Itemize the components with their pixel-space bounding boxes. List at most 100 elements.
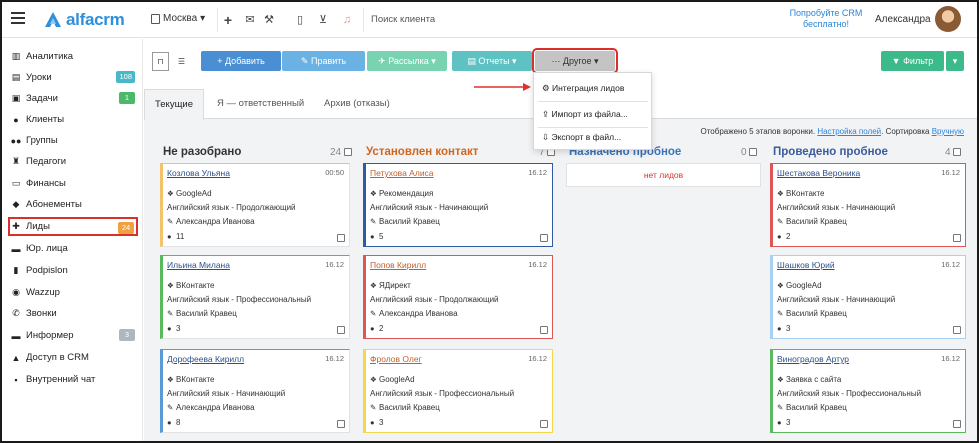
menu-item-lead-integration[interactable]: ⚙ Интеграция лидов [542, 83, 624, 94]
source-icon: ❖ [370, 375, 377, 384]
lead-checkbox[interactable] [540, 234, 548, 242]
sort-link[interactable]: Вручную [932, 127, 964, 136]
lead-name[interactable]: Петухова Алиса [370, 168, 434, 178]
lead-card[interactable]: Виноградов Артур 16.12 ❖ Заявка с сайта А… [770, 349, 966, 433]
app-window: alfacrm Москва ▾ + ✉ ⚒ ▯ ⊻ ♫ Поиск клиен… [0, 0, 979, 443]
reports-button[interactable]: ▤ Отчеты ▾ [452, 51, 532, 71]
kanban-view-icon[interactable]: ⊓ [152, 52, 169, 71]
groups-icon: ●● [10, 135, 22, 146]
pin-icon: ✎ [777, 403, 784, 412]
sidebar-item-analytics[interactable]: ▥ Аналитика [10, 47, 137, 66]
mailing-button[interactable]: ✈ Рассылка ▾ [367, 51, 447, 71]
separator [538, 127, 648, 128]
lead-source-value: GoogleAd [176, 189, 212, 198]
column-checkbox[interactable] [343, 148, 352, 157]
lead-name[interactable]: Дорофеева Кирилл [167, 354, 244, 364]
city-label: Москва [163, 13, 198, 24]
sidebar-item-clients[interactable]: ● Клиенты [10, 110, 137, 129]
pin-icon: ✎ [370, 309, 377, 318]
gears-icon: ⚙ [542, 83, 552, 93]
sidebar-item-groups[interactable]: ●● Группы [10, 131, 137, 150]
other-button[interactable]: ··· Другое ▾ [532, 48, 618, 74]
leads-icon: ✚ [12, 221, 20, 231]
lead-source: ❖ Заявка с сайта [777, 375, 841, 384]
lead-checkbox[interactable] [337, 234, 345, 242]
edit-button[interactable]: ✎ Править [282, 51, 365, 71]
sidebar-item-informer[interactable]: ▬ Информер 3 [10, 326, 137, 345]
add-icon[interactable]: + [221, 13, 235, 27]
user-name[interactable]: Александра [875, 14, 931, 25]
tab-current[interactable]: Текущие [144, 89, 204, 120]
lead-checkbox[interactable] [953, 420, 961, 428]
lead-checkbox[interactable] [953, 234, 961, 242]
separator [363, 8, 364, 32]
sidebar-item-teachers[interactable]: ♜ Педагоги [10, 152, 137, 171]
lead-checkbox[interactable] [540, 420, 548, 428]
sidebar-item-label: Wazzup [26, 287, 60, 298]
column-checkbox[interactable] [953, 148, 962, 157]
tools-icon[interactable]: ⚒ [257, 13, 281, 27]
mail-icon[interactable]: ✉ [243, 13, 257, 27]
filter-dropdown-button[interactable]: ▾ [946, 51, 964, 71]
source-icon: ❖ [167, 375, 174, 384]
lead-date: 16.12 [941, 354, 960, 363]
lead-name[interactable]: Козлова Ульяна [167, 168, 230, 178]
lead-name[interactable]: Виноградов Артур [777, 354, 849, 364]
filter-button[interactable]: ▼ Фильтр [881, 51, 944, 71]
column-title: Проведено пробное [773, 146, 888, 158]
list-view-icon[interactable]: ☰ [173, 52, 190, 71]
search-input[interactable]: Поиск клиента [371, 14, 435, 25]
lead-source-value: ВКонтакте [176, 375, 215, 384]
cart-icon[interactable]: ⊻ [316, 13, 330, 27]
lead-card[interactable]: Ильина Милана 16.12 ❖ ВКонтакте Английски… [160, 255, 350, 339]
lead-card[interactable]: Фролов Олег 16.12 ❖ GoogleAd Английский я… [363, 349, 553, 433]
lead-comments-count: 8 [176, 418, 181, 427]
lead-manager-value: Александра Иванова [176, 217, 255, 226]
sidebar-item-finance[interactable]: ▭ Финансы [10, 174, 137, 193]
city-selector[interactable]: Москва ▾ [151, 13, 205, 24]
lead-source-value: Заявка с сайта [786, 375, 842, 384]
logo[interactable]: alfacrm [44, 10, 125, 30]
lead-source-value: GoogleAd [786, 281, 822, 290]
lead-name[interactable]: Шашков Юрий [777, 260, 835, 270]
avatar[interactable] [935, 6, 961, 32]
lead-course: Английский язык - Начинающий [370, 203, 489, 212]
phone-icon[interactable]: ▯ [293, 13, 307, 27]
menu-item-export[interactable]: ⇩ Экспорт в файл... [542, 132, 621, 143]
bell-icon[interactable]: ♫ [340, 13, 354, 27]
sidebar-item-crm-access[interactable]: ▲ Доступ в CRM [10, 348, 137, 367]
tab-archive[interactable]: Архив (отказы) [314, 89, 400, 119]
sidebar-item-tasks[interactable]: ▣ Задачи 1 [10, 89, 137, 108]
lead-card[interactable]: Дорофеева Кирилл 16.12 ❖ ВКонтакте Англий… [160, 349, 350, 433]
add-button[interactable]: + Добавить [201, 51, 281, 71]
lead-name[interactable]: Ильина Милана [167, 260, 230, 270]
lead-card[interactable]: Петухова Алиса 16.12 ❖ Рекомендация Англи… [363, 163, 553, 247]
lead-card[interactable]: Шестакова Вероника 16.12 ❖ ВКонтакте Англ… [770, 163, 966, 247]
column-checkbox[interactable] [749, 148, 758, 157]
lead-checkbox[interactable] [337, 420, 345, 428]
sidebar-item-wazzup[interactable]: ◉ Wazzup [10, 283, 137, 302]
sidebar-item-calls[interactable]: ✆ Звонки [10, 304, 137, 323]
lead-card[interactable]: Козлова Ульяна 00:50 ❖ GoogleAd Английски… [160, 163, 350, 247]
tab-mine[interactable]: Я — ответственный [207, 89, 314, 119]
lead-comments-count: 3 [786, 324, 791, 333]
sidebar-item-leads[interactable]: ✚ Лиды 24 [8, 217, 138, 236]
lead-name[interactable]: Шестакова Вероника [777, 168, 860, 178]
lead-checkbox[interactable] [540, 326, 548, 334]
lead-checkbox[interactable] [953, 326, 961, 334]
menu-icon[interactable] [11, 12, 25, 26]
sidebar-item-internal-chat[interactable]: ▪ Внутренний чат [10, 370, 137, 389]
try-free-link[interactable]: Попробуйте CRM бесплатно! [789, 8, 863, 30]
sidebar-item-lessons[interactable]: ▤ Уроки 108 [10, 68, 137, 87]
lead-checkbox[interactable] [337, 326, 345, 334]
setup-fields-link[interactable]: Настройка полей [817, 127, 881, 136]
lead-name[interactable]: Фролов Олег [370, 354, 422, 364]
source-icon: ❖ [777, 189, 784, 198]
lead-card[interactable]: Шашков Юрий 16.12 ❖ GoogleAd Английский я… [770, 255, 966, 339]
sidebar-item-podpislon[interactable]: ▮ Podpislon [10, 261, 137, 280]
menu-item-import[interactable]: ⇪ Импорт из файла... [542, 109, 628, 120]
lead-name[interactable]: Попов Кирилл [370, 260, 426, 270]
sidebar-item-legal-entities[interactable]: ▬ Юр. лица [10, 239, 137, 258]
sidebar-item-subscriptions[interactable]: ◆ Абонементы [10, 195, 137, 214]
lead-card[interactable]: Попов Кирилл 16.12 ❖ ЯДирект Английский я… [363, 255, 553, 339]
